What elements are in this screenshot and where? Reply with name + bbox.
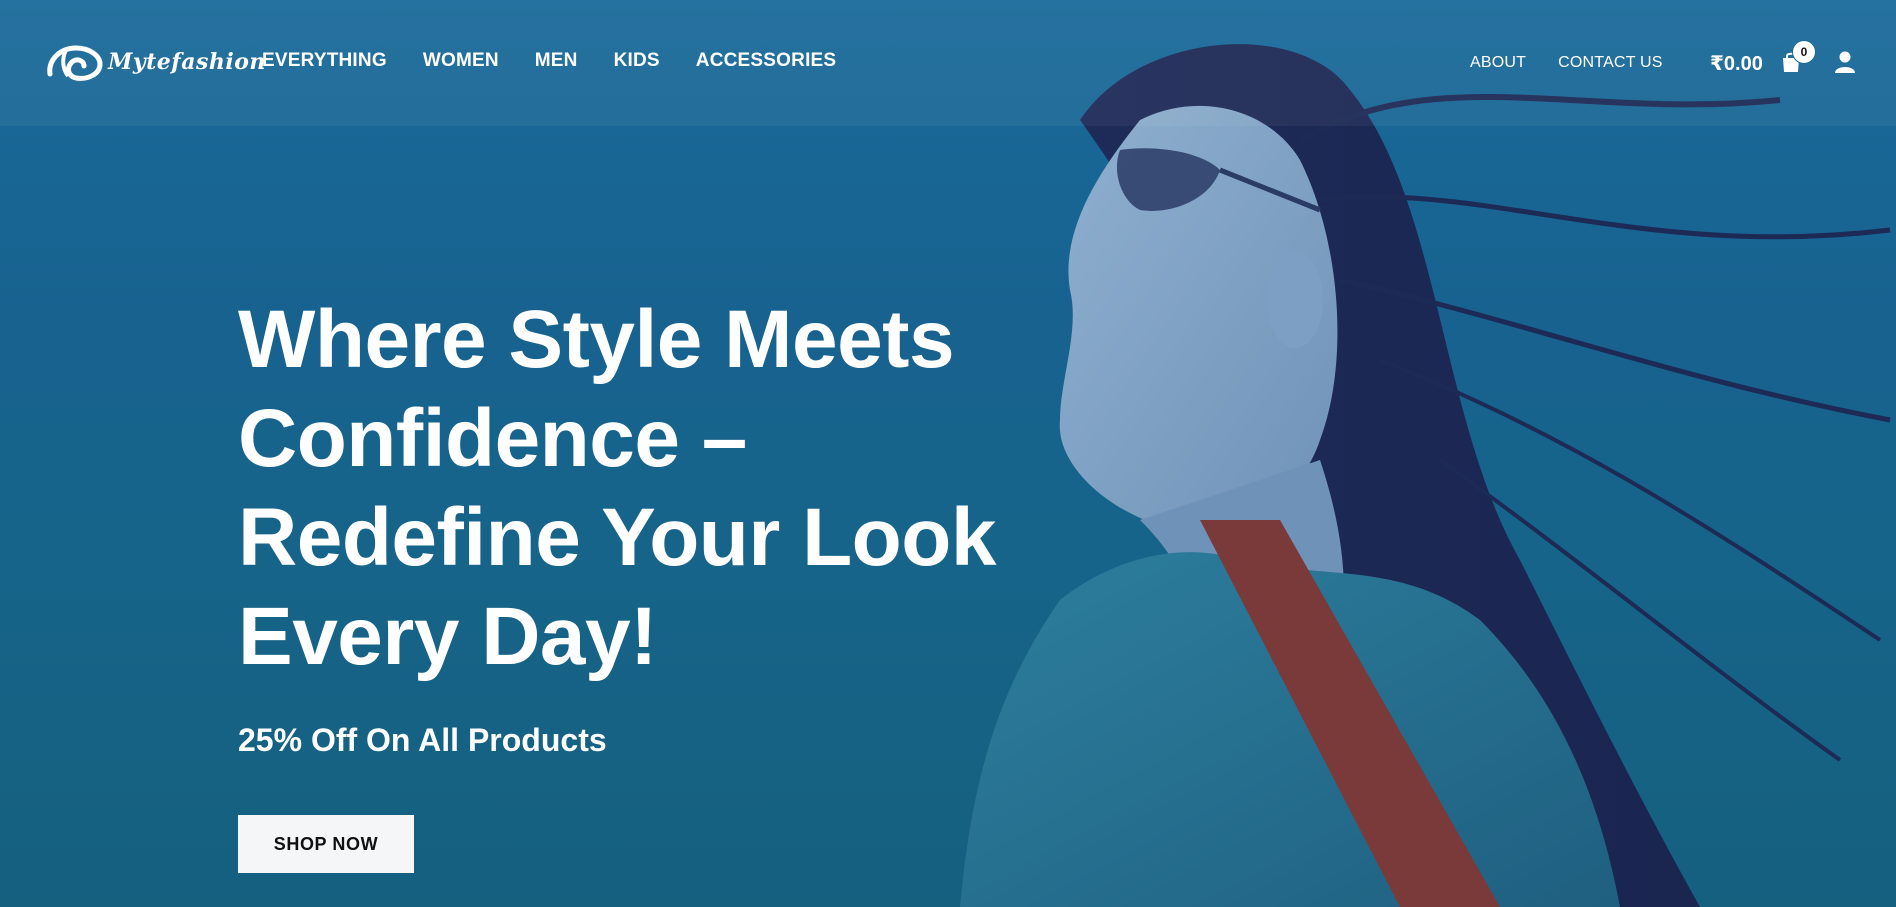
cart-total[interactable]: ₹0.00 [1710, 51, 1763, 76]
brand-logo[interactable]: Mytefashion [46, 40, 266, 84]
nav-everything[interactable]: EVERYTHING [262, 50, 387, 72]
hero-banner: Mytefashion EVERYTHING WOMEN MEN KIDS AC… [0, 0, 1896, 907]
hero-headline: Where Style Meets Confidence – Redefine … [238, 294, 996, 682]
primary-nav: EVERYTHING WOMEN MEN KIDS ACCESSORIES [262, 50, 836, 72]
brand-mark-icon [47, 45, 103, 81]
nav-contact-us[interactable]: CONTACT US [1558, 54, 1663, 72]
nav-kids[interactable]: KIDS [614, 50, 660, 72]
hero-subhead: 25% Off On All Products [238, 722, 607, 758]
nav-women[interactable]: WOMEN [423, 50, 499, 72]
nav-about[interactable]: ABOUT [1470, 54, 1526, 72]
shop-now-button[interactable]: SHOP NOW [238, 815, 414, 873]
user-icon[interactable] [1834, 50, 1856, 74]
secondary-nav: ABOUT CONTACT US [1470, 54, 1663, 72]
nav-men[interactable]: MEN [535, 50, 578, 72]
brand-name: Mytefashion [108, 49, 266, 75]
nav-accessories[interactable]: ACCESSORIES [696, 50, 837, 72]
site-header: Mytefashion EVERYTHING WOMEN MEN KIDS AC… [0, 0, 1896, 126]
cart-count-badge: 0 [1792, 40, 1816, 64]
hero-model-image [880, 0, 1896, 907]
